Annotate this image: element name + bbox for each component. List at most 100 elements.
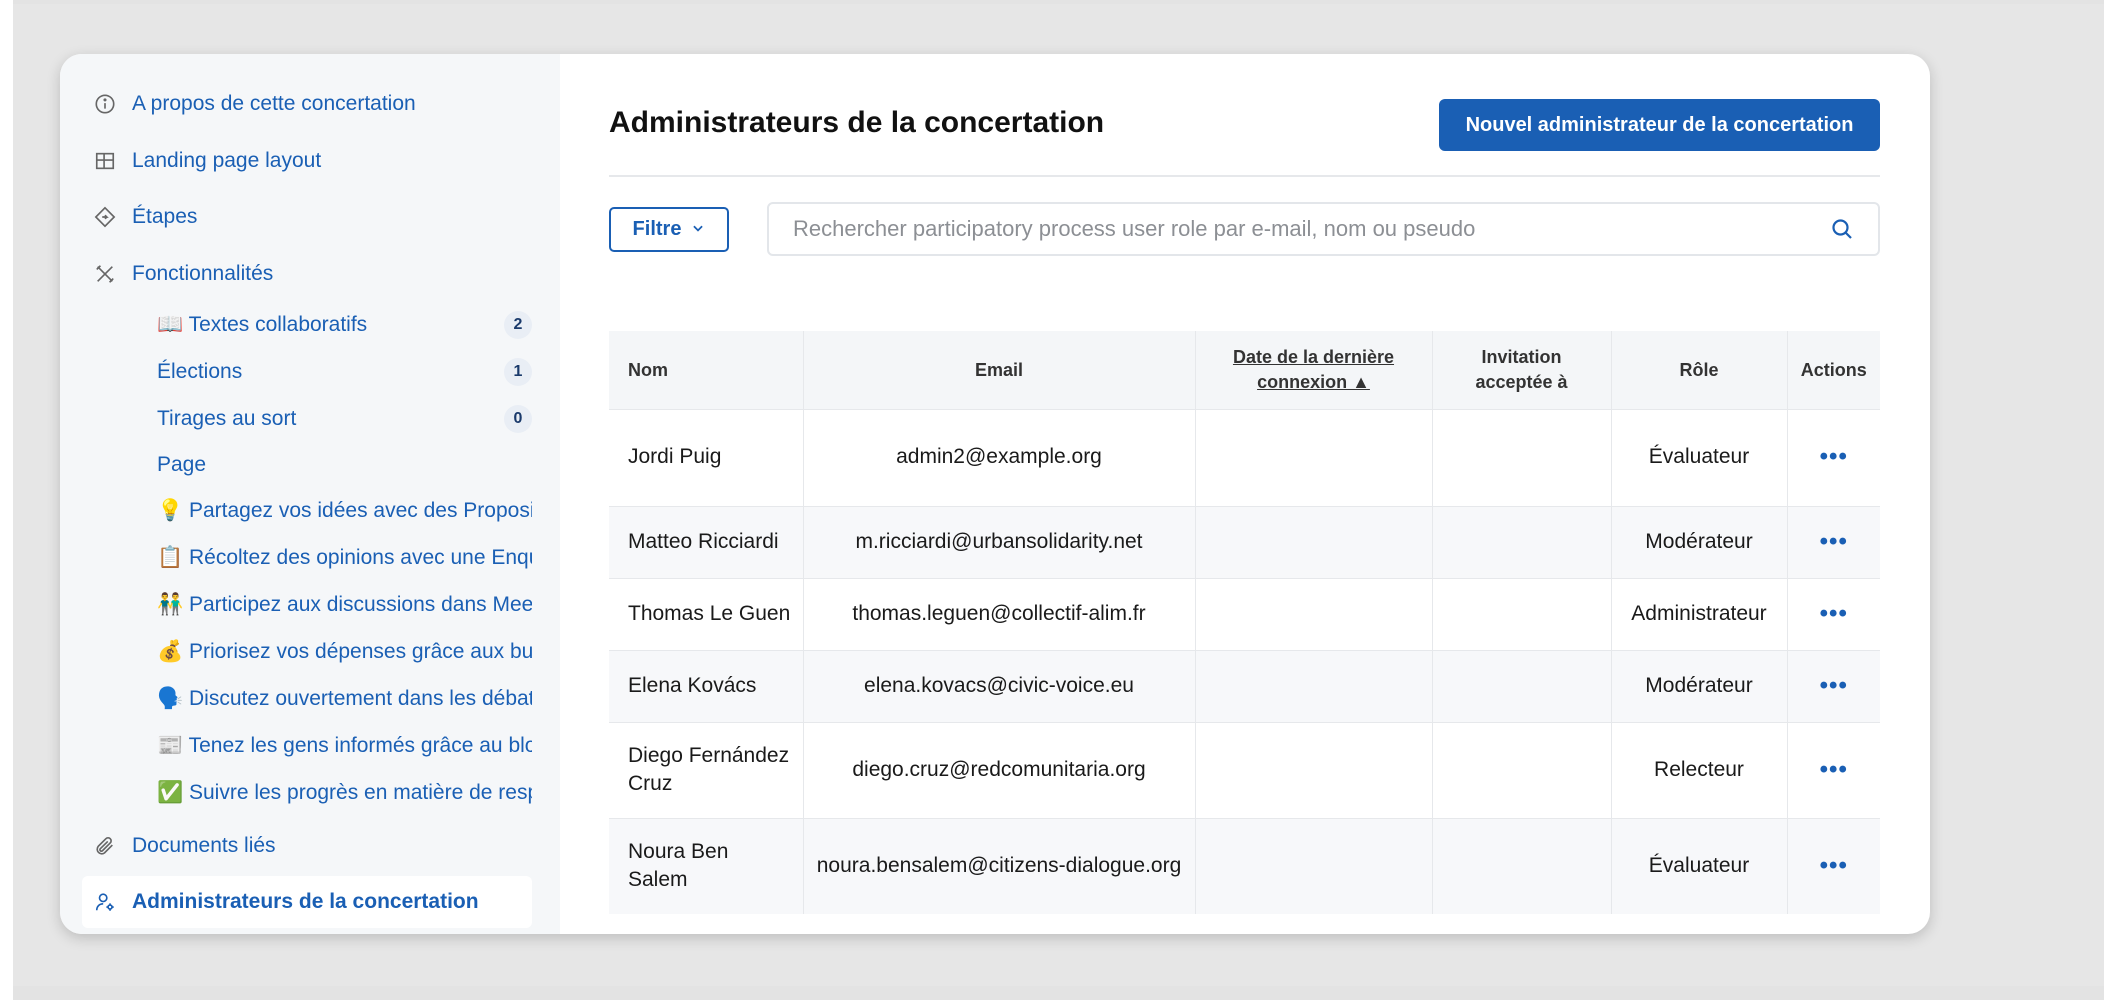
sidebar-item-about[interactable]: A propos de cette concertation [60, 78, 560, 130]
cell-role: Modérateur [1611, 649, 1788, 722]
feature-label: 💡 Partagez vos idées avec des Propositio… [157, 499, 532, 522]
paperclip-icon [93, 834, 117, 858]
cell-invitation [1432, 577, 1612, 650]
more-actions-icon[interactable]: ••• [1820, 756, 1848, 783]
feature-item-budgets[interactable]: 💰 Priorisez vos dépenses grâce aux budge… [157, 632, 532, 672]
cell-invitation [1432, 721, 1612, 818]
cell-invitation [1432, 649, 1612, 722]
more-actions-icon[interactable]: ••• [1820, 528, 1848, 555]
cell-last-login [1195, 505, 1433, 578]
cell-actions: ••• [1787, 577, 1880, 650]
admin-card: A propos de cette concertation Landing p… [60, 54, 1930, 934]
table-row: Noura Ben Salem noura.bensalem@citizens-… [609, 817, 1880, 914]
feature-label: ✅ Suivre les progrès en matière de respo… [157, 781, 532, 804]
cell-email: elena.kovacs@civic-voice.eu [803, 649, 1196, 722]
sidebar-item-label: Administrateurs de la concertation [132, 890, 479, 913]
search-box [767, 202, 1880, 256]
cell-role: Administrateur [1611, 577, 1788, 650]
count-badge: 0 [504, 405, 532, 433]
search-input[interactable] [793, 204, 1793, 254]
feature-label: 👬 Participez aux discussions dans Meetin… [157, 593, 532, 616]
page-title: Administrateurs de la concertation [609, 106, 1105, 139]
cell-name: Thomas Le Guen [609, 577, 804, 650]
feature-label: 💰 Priorisez vos dépenses grâce aux budge… [157, 640, 532, 663]
user-gear-icon [93, 890, 117, 914]
feature-item-collaborative-texts[interactable]: 📖 Textes collaboratifs 2 [157, 305, 532, 345]
table-header-row: Nom Email Date de la dernière connexion … [609, 331, 1880, 409]
cell-actions: ••• [1787, 649, 1880, 722]
table-row: Thomas Le Guen thomas.leguen@collectif-a… [609, 577, 1880, 650]
header-divider [609, 175, 1880, 177]
column-header-actions: Actions [1787, 331, 1880, 409]
cell-role: Relecteur [1611, 721, 1788, 818]
sidebar-item-admins[interactable]: Administrateurs de la concertation [82, 876, 532, 928]
cell-email: admin2@example.org [803, 408, 1196, 506]
filter-button[interactable]: Filtre [609, 207, 729, 252]
sidebar: A propos de cette concertation Landing p… [60, 54, 560, 934]
feature-item-page[interactable]: Page [157, 445, 532, 485]
new-admin-button[interactable]: Nouvel administrateur de la concertation [1439, 99, 1880, 151]
feature-label: Page [157, 453, 207, 476]
sidebar-item-label: Documents liés [132, 834, 276, 857]
cell-name: Diego Fernández Cruz [609, 721, 804, 818]
cell-invitation [1432, 408, 1612, 506]
table-row: Diego Fernández Cruz diego.cruz@redcomun… [609, 721, 1880, 818]
cell-role: Modérateur [1611, 505, 1788, 578]
feature-label: 📋 Récoltez des opinions avec une Enquête [157, 546, 532, 569]
layout-icon [93, 149, 117, 173]
sidebar-item-documents[interactable]: Documents liés [60, 820, 560, 872]
cell-last-login [1195, 649, 1433, 722]
main-content: Administrateurs de la concertation Nouve… [560, 54, 1930, 934]
cell-invitation [1432, 505, 1612, 578]
filter-label: Filtre [632, 218, 682, 240]
chevron-down-icon [691, 218, 705, 241]
cell-email: noura.bensalem@citizens-dialogue.org [803, 817, 1196, 914]
more-actions-icon[interactable]: ••• [1820, 672, 1848, 699]
more-actions-icon[interactable]: ••• [1820, 443, 1848, 470]
cell-invitation [1432, 817, 1612, 914]
sidebar-item-label: Étapes [132, 205, 198, 228]
feature-label: Élections [157, 360, 243, 383]
cell-actions: ••• [1787, 408, 1880, 506]
cell-last-login [1195, 408, 1433, 506]
count-badge: 1 [504, 358, 532, 386]
cell-actions: ••• [1787, 721, 1880, 818]
column-header-invitation: Invitation acceptée à [1432, 331, 1612, 409]
feature-item-proposals[interactable]: 💡 Partagez vos idées avec des Propositio… [157, 491, 532, 531]
cell-last-login [1195, 721, 1433, 818]
column-header-role: Rôle [1611, 331, 1788, 409]
feature-label: 🗣️ Discutez ouvertement dans les débats [157, 687, 532, 710]
info-icon [93, 92, 117, 116]
sidebar-item-steps[interactable]: Étapes [60, 191, 560, 243]
sort-link-last-login[interactable]: Date de la dernière connexion ▲ [1233, 347, 1394, 391]
sidebar-item-landing-layout[interactable]: Landing page layout [60, 135, 560, 187]
feature-item-blog[interactable]: 📰 Tenez les gens informés grâce au blog [157, 726, 532, 766]
cell-email: thomas.leguen@collectif-alim.fr [803, 577, 1196, 650]
feature-label: Tirages au sort [157, 407, 297, 430]
feature-item-meetings[interactable]: 👬 Participez aux discussions dans Meetin… [157, 585, 532, 625]
count-badge: 2 [504, 311, 532, 339]
feature-item-debates[interactable]: 🗣️ Discutez ouvertement dans les débats [157, 679, 532, 719]
column-header-last-login[interactable]: Date de la dernière connexion ▲ [1195, 331, 1433, 409]
cell-role: Évaluateur [1611, 408, 1788, 506]
sidebar-item-label: Fonctionnalités [132, 262, 274, 285]
search-icon[interactable] [1830, 217, 1854, 241]
cell-role: Évaluateur [1611, 817, 1788, 914]
page-edge [0, 0, 13, 1000]
table-row: Jordi Puig admin2@example.org Évaluateur… [609, 408, 1880, 506]
column-header-email: Email [803, 331, 1196, 409]
more-actions-icon[interactable]: ••• [1820, 852, 1848, 879]
feature-item-sortitions[interactable]: Tirages au sort 0 [157, 399, 532, 439]
sidebar-item-features[interactable]: Fonctionnalités [60, 248, 560, 300]
sidebar-item-label: A propos de cette concertation [132, 92, 416, 115]
cell-name: Jordi Puig [609, 408, 804, 506]
cell-name: Elena Kovács [609, 649, 804, 722]
tools-icon [93, 262, 117, 286]
feature-item-survey[interactable]: 📋 Récoltez des opinions avec une Enquête [157, 538, 532, 578]
feature-item-elections[interactable]: Élections 1 [157, 352, 532, 392]
cell-last-login [1195, 577, 1433, 650]
feature-label: 📖 Textes collaboratifs [157, 313, 368, 336]
feature-item-accountability[interactable]: ✅ Suivre les progrès en matière de respo… [157, 773, 532, 813]
more-actions-icon[interactable]: ••• [1820, 600, 1848, 627]
feature-label: 📰 Tenez les gens informés grâce au blog [157, 734, 532, 757]
